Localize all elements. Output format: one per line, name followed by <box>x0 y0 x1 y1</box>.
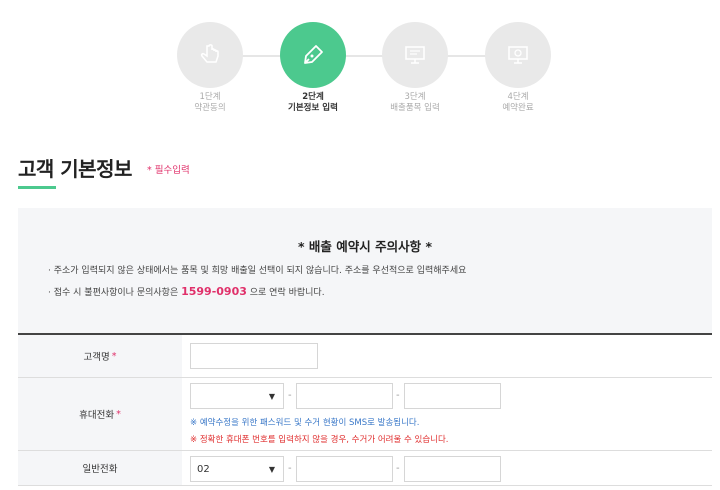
mobile-label-cell: 휴대전화 * <box>18 378 182 450</box>
mobile-label: 휴대전화 <box>79 410 115 421</box>
notice-line-contact: · 접수 시 불편사항이나 문의사항은 1599-0903 으로 연락 바랍니다… <box>48 285 325 298</box>
step-1: 1단계 약관동의 <box>165 22 255 114</box>
name-input-cell <box>182 335 712 377</box>
step-3-circle <box>382 22 448 88</box>
form-row-name: 고객명 * <box>18 335 712 378</box>
pen-nib-icon <box>304 45 323 64</box>
step-2-circle <box>280 22 346 88</box>
notice-contact-suffix: 으로 연락 바랍니다. <box>246 288 325 298</box>
mobile-input-cell: ▼ - - ※ 예약수정을 위한 패스워드 및 수거 현황이 SMS로 발송됩니… <box>182 378 712 450</box>
required-mark: * <box>116 408 121 420</box>
step-1-circle <box>177 22 243 88</box>
step-2-label: 기본정보 입력 <box>288 103 338 113</box>
mobile-prefix-select[interactable]: ▼ <box>190 383 284 409</box>
monitor-icon <box>405 46 425 64</box>
name-label: 고객명 <box>83 352 110 363</box>
dash-separator: - <box>396 390 400 401</box>
mobile-last-input[interactable] <box>404 383 501 409</box>
chevron-down-icon: ▼ <box>268 391 275 401</box>
form-row-mobile: 휴대전화 * ▼ - - ※ 예약수정을 위한 패스워드 및 수거 현황이 SMS… <box>18 378 712 451</box>
phone-last-input[interactable] <box>404 456 501 482</box>
customer-name-input[interactable] <box>190 343 318 369</box>
step-2: 2단계 기본정보 입력 <box>268 22 358 114</box>
step-progress: 1단계 약관동의 2단계 기본정보 입력 3단계 배출품목 입력 4단계 예약완… <box>0 22 720 122</box>
notice-contact-prefix: · 접수 시 불편사항이나 문의사항은 <box>48 288 182 298</box>
mobile-hint-warning: ※ 정확한 휴대폰 번호를 입력하지 않을 경우, 수거가 어려울 수 있습니다… <box>190 435 449 445</box>
form-row-phone: 일반전화 02 ▼ - - <box>18 451 712 486</box>
phone-input-cell: 02 ▼ - - <box>182 451 712 485</box>
hand-pointer-icon <box>200 44 219 63</box>
step-1-number: 1단계 <box>199 92 221 102</box>
step-3: 3단계 배출품목 입력 <box>370 22 460 114</box>
dash-separator: - <box>396 463 400 474</box>
customer-info-form: 고객명 * 휴대전화 * ▼ - - ※ 예약수정을 위한 패스워드 및 수거 현황… <box>18 333 712 486</box>
phone-area-select[interactable]: 02 ▼ <box>190 456 284 482</box>
step-4-circle <box>485 22 551 88</box>
name-label-cell: 고객명 * <box>18 335 182 377</box>
notice-line-address: · 주소가 입력되지 않은 상태에서는 품목 및 희망 배출일 선택이 되지 않… <box>48 266 467 276</box>
step-4-number: 4단계 <box>507 92 529 102</box>
dash-separator: - <box>288 390 292 401</box>
mobile-hint-sms: ※ 예약수정을 위한 패스워드 및 수거 현황이 SMS로 발송됩니다. <box>190 418 420 428</box>
phone-middle-input[interactable] <box>296 456 393 482</box>
step-2-number: 2단계 <box>302 92 324 102</box>
notice-title: * 배출 예약시 주의사항 * <box>298 239 432 254</box>
notice-box: * 배출 예약시 주의사항 * · 주소가 입력되지 않은 상태에서는 품목 및… <box>18 208 712 333</box>
phone-label: 일반전화 <box>82 464 118 475</box>
required-note: * 필수입력 <box>147 165 190 176</box>
contact-phone-number: 1599-0903 <box>181 285 247 298</box>
step-3-number: 3단계 <box>404 92 426 102</box>
section-title: 고객 기본정보 <box>18 157 132 181</box>
mobile-middle-input[interactable] <box>296 383 393 409</box>
step-4: 4단계 예약완료 <box>473 22 563 114</box>
step-3-label: 배출품목 입력 <box>390 103 440 113</box>
monitor-check-icon <box>508 46 528 64</box>
step-1-label: 약관동의 <box>194 103 226 113</box>
section-title-underline <box>18 186 56 189</box>
dash-separator: - <box>288 463 292 474</box>
required-mark: * <box>111 350 117 362</box>
step-4-label: 예약완료 <box>502 103 534 113</box>
phone-label-cell: 일반전화 <box>18 451 182 485</box>
phone-area-value: 02 <box>197 463 210 475</box>
chevron-down-icon: ▼ <box>268 464 275 474</box>
